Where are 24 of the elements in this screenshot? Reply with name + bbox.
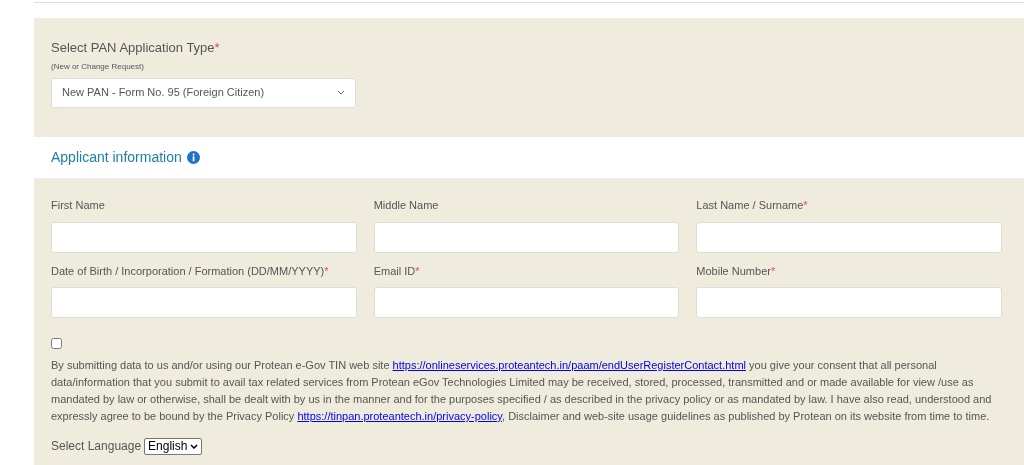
text-field[interactable] xyxy=(373,221,680,253)
field-hint: (New or Change Request) xyxy=(51,60,145,73)
text-field[interactable] xyxy=(51,221,357,253)
field-label: Last Name / Surname* xyxy=(696,198,808,213)
field-label: Mobile Number* xyxy=(696,263,776,279)
language-select[interactable]: English xyxy=(144,437,203,455)
language-label: Select Language xyxy=(51,438,142,455)
field-label: Middle Name xyxy=(373,198,439,213)
chevron-down-icon xyxy=(190,443,199,449)
field-label: Email ID* xyxy=(373,263,420,279)
text-field[interactable] xyxy=(373,287,680,318)
field-label: Select PAN Application Type* xyxy=(51,39,220,57)
text-field[interactable] xyxy=(696,221,1002,253)
consent-checkbox[interactable] xyxy=(51,338,62,349)
consent-paragraph: By submitting data to us and/or using our Protean e-Gov TIN web site https://onlineservices.proteantech.in/paam/endUserRegisterContact.html you give your consent that all personal data/information that you submit to avail tax related services from Protean eGov Technologies Limited may be received, stored, processed, transmitted and or made available for view /use as mandated by law or otherwise, shall be dealt with by us in the manner and for the purposes specified / as described in the privacy policy or as mandated by law. I have also read, understood and expressly agree to be bound by the Privacy Policy https://tinpan.proteantech.in/privacy-policy, Disclaimer and web-site usage guidelines as published by Protean on its website from time to time. xyxy=(51,358,993,424)
text-field[interactable] xyxy=(696,287,1002,318)
policy-link[interactable]: https://onlineservices.proteantech.in/paam/endUserRegisterContact.html xyxy=(392,359,746,371)
text-field[interactable] xyxy=(51,287,357,318)
info-icon xyxy=(186,151,200,164)
field-label: First Name xyxy=(51,198,105,213)
section-title: Applicant information xyxy=(51,148,182,167)
chevron-down-icon xyxy=(337,90,345,95)
field-label: Date of Birth / Incorporation / Formation (DD/MM/YYYY)* xyxy=(51,263,329,279)
application-type-select[interactable]: New PAN - Form No. 95 (Foreign Citizen) xyxy=(51,77,356,108)
